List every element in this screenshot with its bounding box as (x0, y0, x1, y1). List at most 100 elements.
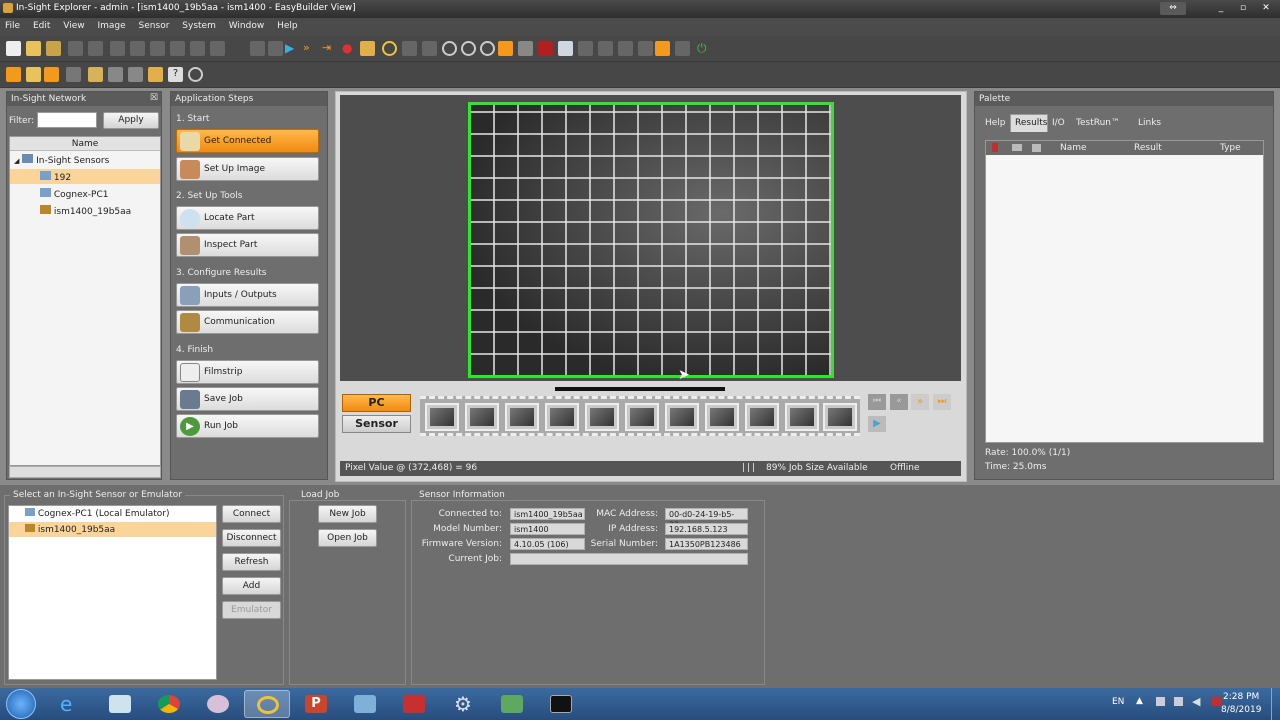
step-communication[interactable]: Communication (176, 310, 319, 334)
menu-view[interactable]: View (58, 18, 89, 31)
delete-icon[interactable] (170, 41, 185, 56)
filmstrip-thumbnail[interactable] (465, 403, 499, 431)
copy-icon[interactable] (130, 41, 145, 56)
taskbar-remote[interactable] (342, 690, 388, 718)
volume-icon[interactable]: ◀ (1192, 695, 1200, 708)
step-inputs-outputs[interactable]: Inputs / Outputs (176, 283, 319, 307)
filmstrip-thumbnail[interactable] (505, 403, 539, 431)
zoom-fill-icon[interactable] (498, 41, 513, 56)
close-button[interactable]: ✕ (1255, 2, 1277, 15)
last-frame-icon[interactable]: ⏭ (933, 394, 951, 410)
tray-app-icon[interactable] (1156, 697, 1165, 706)
minimize-button[interactable]: _ (1210, 2, 1232, 15)
clock-time[interactable]: 2:28 PM (1223, 692, 1259, 702)
previous-frame-icon[interactable]: « (890, 394, 908, 410)
step-filmstrip[interactable]: Filmstrip (176, 360, 319, 384)
start-button-icon[interactable] (6, 689, 36, 719)
fast-forward-icon[interactable]: » (303, 41, 318, 56)
column-name[interactable]: Name (1060, 143, 1087, 153)
zoom-fit-icon[interactable] (480, 41, 495, 56)
trigger-icon[interactable] (382, 41, 397, 56)
step-inspect-part[interactable]: Inspect Part (176, 233, 319, 257)
online-power-icon[interactable]: ⏻ (697, 41, 712, 56)
show-desktop-button[interactable] (1271, 688, 1280, 720)
menu-window[interactable]: Window (224, 18, 270, 31)
network-icon[interactable] (638, 41, 653, 56)
grid-icon[interactable] (598, 41, 613, 56)
horizontal-scrollbar[interactable] (9, 466, 161, 478)
results-icon[interactable] (128, 67, 143, 82)
filter-input[interactable] (37, 112, 97, 128)
last-image-icon[interactable]: ⇥ (322, 41, 337, 56)
network-tray-icon[interactable] (1174, 697, 1183, 706)
name-column-header[interactable]: Name (10, 137, 160, 151)
taskbar-settings[interactable]: ⚙ (440, 690, 486, 718)
taskbar-powerpoint[interactable]: P (293, 690, 339, 718)
sensor-list-item-selected[interactable]: ism1400_19b5aa (9, 522, 216, 537)
tab-help[interactable]: Help (981, 116, 1009, 132)
sensor-network-icon[interactable] (6, 67, 21, 82)
menu-help[interactable]: Help (272, 18, 303, 31)
zoom-100-icon[interactable] (518, 41, 533, 56)
taskbar-app[interactable] (195, 690, 241, 718)
open-folder-icon[interactable] (26, 41, 41, 56)
menu-system[interactable]: System (177, 18, 221, 31)
filmstrip-thumbnail[interactable] (545, 403, 579, 431)
filmstrip-thumbnail[interactable] (705, 403, 739, 431)
redo-icon[interactable] (210, 41, 225, 56)
menu-edit[interactable]: Edit (28, 18, 55, 31)
maximize-button[interactable]: ▫ (1232, 2, 1254, 15)
filmstrip-thumbnail[interactable] (585, 403, 619, 431)
sensor-list-item-emulator[interactable]: Cognex-PC1 (Local Emulator) (25, 508, 169, 519)
taskbar-chrome[interactable] (146, 690, 192, 718)
tab-io[interactable]: I/O (1049, 116, 1073, 132)
help-icon[interactable]: ? (168, 67, 183, 82)
step-save-job[interactable]: Save Job (176, 387, 319, 411)
filmstrip-scroll-bar[interactable] (555, 387, 725, 391)
cut-icon[interactable] (110, 41, 125, 56)
tree-item-cognex-pc1[interactable]: Cognex-PC1 (40, 188, 108, 202)
overlay-icon[interactable] (538, 41, 553, 56)
expand-arrow-icon[interactable]: ◢ (14, 157, 19, 165)
folder-view-icon[interactable] (26, 67, 41, 82)
tray-expand-icon[interactable]: ▲ (1136, 696, 1143, 706)
new-job-button[interactable]: New Job (318, 505, 377, 523)
flag-icon[interactable] (148, 67, 163, 82)
filter-icon[interactable] (66, 67, 81, 82)
menu-image[interactable]: Image (92, 18, 130, 31)
filmstrip-thumbnail[interactable] (625, 403, 659, 431)
play-filmstrip-icon[interactable]: ▶ (868, 416, 886, 432)
tab-results[interactable]: Results (1010, 114, 1048, 132)
image-canvas[interactable]: ➤ (340, 95, 961, 383)
column-type[interactable]: Type (1220, 143, 1241, 153)
step-get-connected[interactable]: Get Connected (176, 129, 319, 153)
filmstrip-thumbnail[interactable] (425, 403, 459, 431)
custom-view-icon[interactable] (558, 41, 573, 56)
record-icon[interactable]: ● (342, 41, 357, 56)
print-icon[interactable] (68, 41, 83, 56)
clock-date[interactable]: 8/8/2019 (1221, 705, 1261, 715)
paste-icon[interactable] (150, 41, 165, 56)
column-result[interactable]: Result (1134, 143, 1162, 153)
alert-tray-icon[interactable] (1212, 697, 1221, 706)
settings-icon[interactable] (618, 41, 633, 56)
tab-testrun[interactable]: TestRun™ (1073, 116, 1125, 132)
first-image-icon[interactable] (250, 41, 265, 56)
easybuilder-icon[interactable] (655, 41, 670, 56)
step-set-up-image[interactable]: Set Up Image (176, 157, 319, 181)
live-video-icon[interactable] (402, 41, 417, 56)
tree-item-sensors[interactable]: ◢ In-Sight Sensors (14, 154, 109, 168)
apply-button[interactable]: Apply (103, 112, 159, 129)
sensor-toggle-button[interactable]: Sensor (342, 415, 411, 433)
spreadsheet-icon[interactable] (675, 41, 690, 56)
zoom-in-icon[interactable] (442, 41, 457, 56)
menu-file[interactable]: File (0, 18, 25, 31)
tools-icon[interactable] (44, 67, 59, 82)
taskbar-network[interactable] (489, 690, 535, 718)
roi-rectangle[interactable] (468, 102, 834, 378)
refresh-button[interactable]: Refresh (222, 553, 281, 571)
save-icon[interactable] (46, 41, 61, 56)
language-indicator[interactable]: EN (1112, 697, 1124, 707)
step-run-job[interactable]: ▶ Run Job (176, 414, 319, 438)
first-frame-icon[interactable]: ⏮ (868, 394, 886, 410)
